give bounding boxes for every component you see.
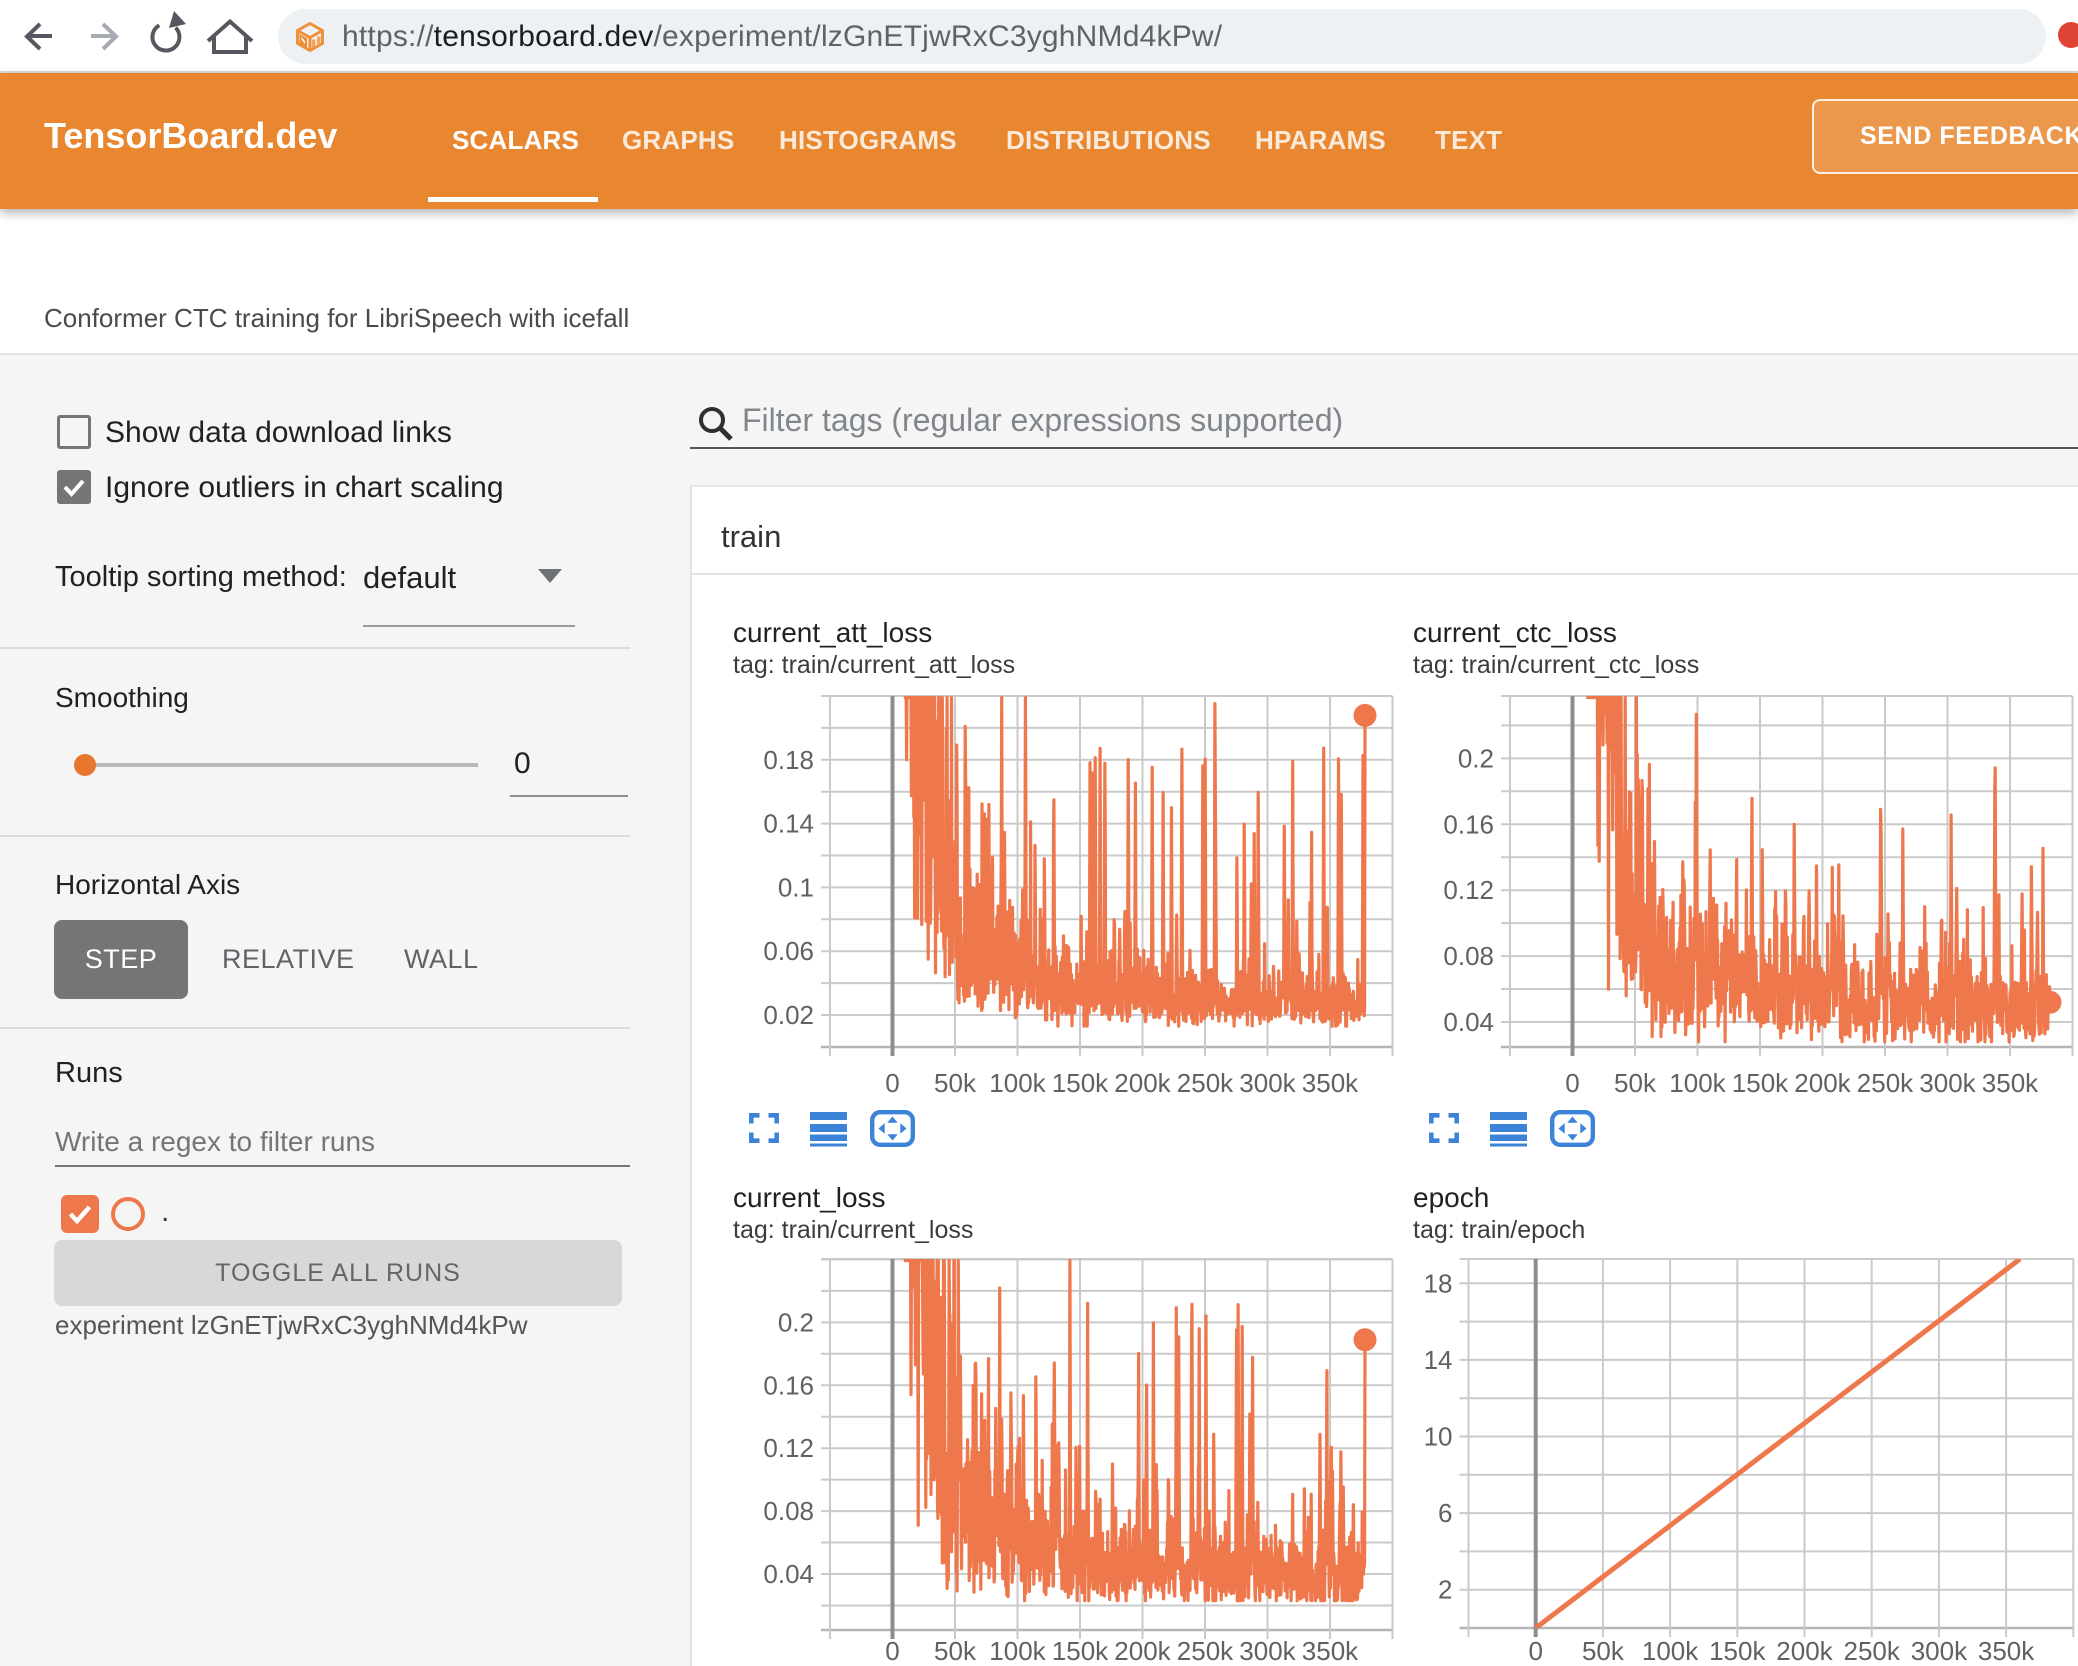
svg-text:150k: 150k (1709, 1636, 1766, 1666)
svg-text:200k: 200k (1776, 1636, 1833, 1666)
svg-text:100k: 100k (1642, 1636, 1699, 1666)
svg-text:50k: 50k (1582, 1636, 1625, 1666)
svg-text:10: 10 (1424, 1422, 1453, 1452)
svg-text:350k: 350k (1978, 1636, 2035, 1666)
svg-text:250k: 250k (1844, 1636, 1901, 1666)
svg-text:18: 18 (1424, 1268, 1453, 1298)
svg-text:300k: 300k (1911, 1636, 1968, 1666)
svg-text:14: 14 (1424, 1345, 1453, 1375)
svg-text:6: 6 (1438, 1498, 1452, 1528)
svg-text:2: 2 (1438, 1575, 1452, 1605)
svg-text:0: 0 (1528, 1636, 1542, 1666)
